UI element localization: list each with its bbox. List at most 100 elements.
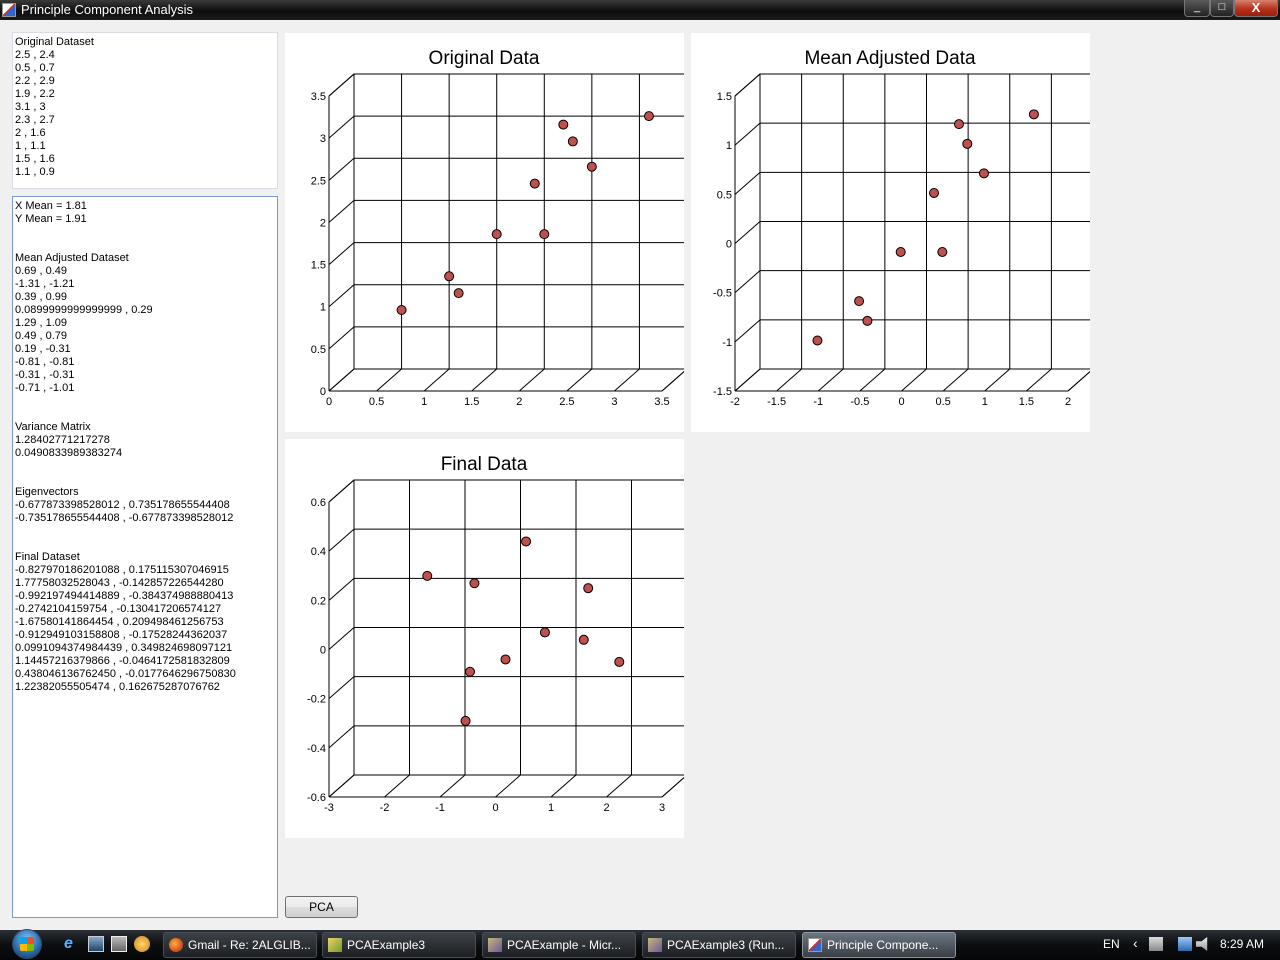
taskbar-item-pcaexample3[interactable]: PCAExample3 [322, 932, 476, 958]
x-tick-label: 0 [326, 396, 332, 408]
x-tick-label: 2 [1065, 396, 1071, 408]
data-point [586, 161, 597, 172]
y-tick-label: 0 [726, 239, 732, 251]
visual-studio-icon [648, 938, 662, 952]
x-floor-line [566, 368, 593, 392]
mean-adjusted-data-chart: Mean Adjusted Data -1.5 -1 -0.5 0 0.5 1 1.5 -2 -1… [691, 33, 1090, 432]
data-point [812, 335, 823, 346]
mean-adjusted-data-svg: Mean Adjusted Data -1.5 -1 -0.5 0 0.5 1 1.5 -2 -1… [713, 48, 1090, 408]
y-tick-label: 1 [726, 140, 732, 152]
x-floor-line [942, 368, 969, 392]
taskbar-item-label: Principle Compone... [827, 938, 939, 952]
x-floor-line [550, 774, 577, 798]
close-button[interactable]: X [1234, 0, 1278, 17]
y-tick-label: -0.5 [713, 288, 732, 300]
y-wall-line [328, 284, 355, 308]
taskbar-item-label: PCAExample - Micr... [507, 938, 622, 952]
y-tick-label: 0.5 [311, 344, 326, 356]
x-tick-label: 0.5 [935, 396, 950, 408]
chart-title: Mean Adjusted Data [804, 48, 976, 69]
y-wall-line [328, 200, 355, 223]
back-wall [353, 73, 684, 370]
x-tick-label: 1.5 [464, 396, 479, 408]
chart-title: Final Data [441, 454, 528, 475]
data-point [1028, 109, 1039, 120]
y-tick-label: 0.5 [717, 189, 732, 201]
show-desktop-icon[interactable] [88, 936, 104, 952]
data-point [614, 656, 625, 667]
taskbar-item-principle-component[interactable]: Principle Compone... [802, 932, 956, 958]
data-point [500, 654, 511, 665]
original-dataset-textbox[interactable]: Original Dataset 2.5 , 2.4 0.5 , 0.7 2.2… [12, 32, 278, 189]
data-point [862, 315, 873, 326]
data-point [539, 627, 550, 638]
original-data-chart: Original Data 0 0.5 1 1.5 2 2.5 3 3.5 0 0.5 1 1.5 2 2.… [285, 33, 684, 432]
x-tick-label: 0 [492, 802, 498, 814]
switch-windows-icon[interactable] [111, 936, 127, 952]
data-point [539, 229, 550, 240]
y-tick-label: 1 [320, 302, 326, 314]
y-wall-line [734, 171, 761, 195]
y-wall-line [328, 326, 355, 350]
x-tick-label: -2 [380, 802, 390, 814]
pca-button[interactable]: PCA [285, 896, 358, 918]
x-tick-label: 3 [659, 802, 665, 814]
minimize-button[interactable]: _ [1184, 0, 1210, 17]
data-point [529, 178, 540, 189]
data-point [460, 715, 471, 726]
data-point [396, 305, 407, 315]
x-floor-line [859, 368, 886, 392]
y-tick-label: 3 [320, 133, 326, 145]
x-floor-line [661, 370, 684, 392]
taskbar-item-pcaexample[interactable]: PCAExample - Micr... [482, 932, 636, 958]
data-point [578, 634, 589, 645]
maximize-button[interactable]: □ [1210, 0, 1234, 17]
y-tick-label: 2.5 [311, 175, 326, 187]
y-wall-line [734, 270, 761, 294]
data-point [567, 136, 578, 147]
data-point [978, 168, 989, 179]
y-tick-label: 0.6 [311, 497, 326, 509]
quick-launch-icon[interactable] [134, 936, 150, 952]
data-point [444, 271, 455, 282]
x-tick-label: 1 [548, 802, 554, 814]
y-wall-line [328, 115, 355, 139]
y-tick-label: 0.4 [311, 546, 326, 558]
x-floor-line [606, 774, 632, 798]
network-icon[interactable] [1178, 937, 1192, 951]
y-wall-line [328, 479, 355, 503]
y-wall-line [328, 242, 355, 265]
x-floor-line [1026, 368, 1052, 392]
title-bar: Principle Component Analysis _ □ X [0, 0, 1280, 20]
original-data-svg: Original Data00.511.522.533.50 0.5 1 1.5 2 2.… [311, 48, 684, 408]
y-wall-line [328, 725, 355, 749]
x-tick-label: 2 [516, 396, 522, 408]
y-tick-label: 0.2 [311, 595, 326, 607]
taskbar-item-pcaexample3-running[interactable]: PCAExample3 (Run... [642, 932, 796, 958]
y-wall-line [734, 122, 761, 146]
clock[interactable]: 8:29 AM [1220, 937, 1264, 951]
x-floor-line [614, 368, 640, 392]
x-tick-label: -1 [435, 802, 445, 814]
internet-explorer-icon[interactable]: e [64, 936, 80, 952]
start-button[interactable] [4, 929, 50, 960]
y-tick-label: -1 [722, 337, 732, 349]
x-tick-label: -2 [730, 396, 740, 408]
y-tick-label: 3.5 [311, 91, 326, 103]
x-floor-line [439, 774, 466, 798]
results-textbox[interactable]: X Mean = 1.81 Y Mean = 1.91 Mean Adjuste… [12, 196, 278, 918]
app-icon [808, 938, 822, 952]
taskbar-item-gmail[interactable]: Gmail - Re: 2ALGLIB... [163, 932, 317, 958]
tray-app-icon[interactable] [1149, 937, 1163, 951]
window-title: Principle Component Analysis [21, 2, 193, 17]
language-indicator[interactable]: EN [1103, 937, 1120, 951]
show-hidden-icons-icon[interactable]: ‹ [1133, 935, 1138, 951]
x-floor-line [901, 368, 927, 392]
x-floor-line [817, 368, 844, 392]
x-floor-line [495, 774, 521, 798]
data-point [895, 246, 906, 257]
y-wall-line [328, 73, 355, 97]
x-tick-label: -0.5 [850, 396, 869, 408]
visual-studio-icon [488, 938, 502, 952]
x-floor-line [776, 368, 802, 392]
